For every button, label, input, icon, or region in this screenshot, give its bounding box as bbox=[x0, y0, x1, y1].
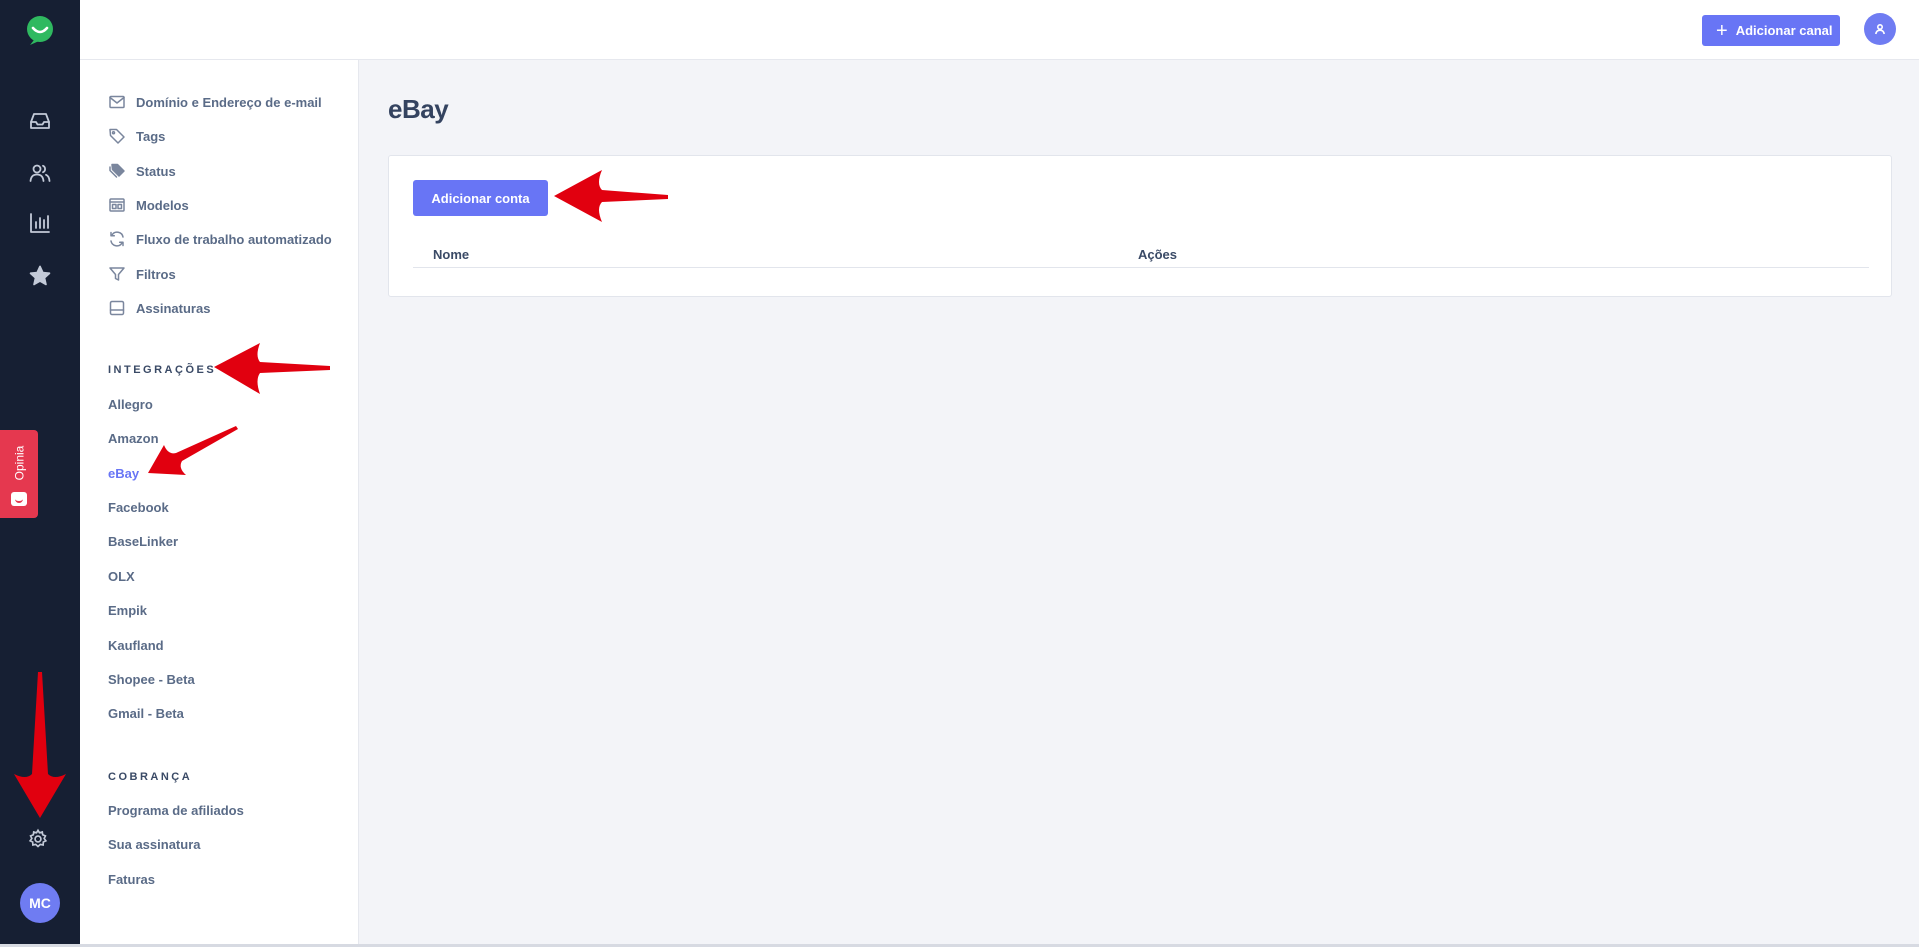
filter-icon bbox=[108, 265, 126, 283]
menu-item-label: Tags bbox=[136, 128, 166, 144]
settings-menu: Domínio e Endereço de e-mail Tags Status… bbox=[80, 60, 359, 947]
ebay-accounts-card: Adicionar conta Nome Ações bbox=[388, 155, 1892, 297]
feedback-label: Opinia bbox=[12, 445, 26, 481]
add-channel-label: Adicionar canal bbox=[1735, 23, 1833, 38]
integration-gmail[interactable]: Gmail - Beta bbox=[108, 701, 184, 725]
billing-section-title: COBRANÇA bbox=[108, 771, 193, 783]
integration-olx[interactable]: OLX bbox=[108, 564, 135, 588]
user-icon bbox=[1875, 23, 1885, 35]
billing-subscription[interactable]: Sua assinatura bbox=[108, 832, 201, 856]
billing-affiliate-program[interactable]: Programa de afiliados bbox=[108, 798, 244, 822]
integration-kaufland[interactable]: Kaufland bbox=[108, 633, 164, 657]
integration-baselinker[interactable]: BaseLinker bbox=[108, 529, 178, 553]
menu-item-tags[interactable]: Tags bbox=[108, 124, 165, 148]
billing-invoices[interactable]: Faturas bbox=[108, 867, 155, 891]
plus-icon: + bbox=[1716, 19, 1728, 42]
integration-amazon[interactable]: Amazon bbox=[108, 426, 159, 450]
favorites-icon[interactable] bbox=[25, 261, 55, 291]
menu-item-signatures[interactable]: Assinaturas bbox=[108, 296, 210, 320]
menu-item-label: Fluxo de trabalho automatizado bbox=[136, 231, 332, 247]
menu-item-label: Modelos bbox=[136, 197, 189, 213]
gear-icon[interactable] bbox=[27, 828, 53, 854]
page-title: eBay bbox=[388, 94, 449, 124]
inbox-icon[interactable] bbox=[25, 106, 55, 136]
menu-item-domain[interactable]: Domínio e Endereço de e-mail bbox=[108, 90, 322, 114]
integration-allegro[interactable]: Allegro bbox=[108, 392, 153, 416]
add-channel-button[interactable]: + Adicionar canal bbox=[1702, 15, 1840, 46]
menu-item-label: Assinaturas bbox=[136, 300, 211, 316]
mail-icon bbox=[108, 93, 126, 111]
menu-item-automated-workflow[interactable]: Fluxo de trabalho automatizado bbox=[108, 227, 332, 251]
reports-icon[interactable] bbox=[25, 208, 55, 238]
tag-icon bbox=[108, 127, 126, 145]
accounts-table-header: Nome Ações bbox=[413, 244, 1869, 268]
top-bar bbox=[80, 0, 1919, 60]
menu-item-filters[interactable]: Filtros bbox=[108, 262, 176, 286]
add-account-button[interactable]: Adicionar conta bbox=[413, 180, 548, 216]
status-tags-icon bbox=[108, 162, 126, 180]
integration-empik[interactable]: Empik bbox=[108, 598, 147, 622]
user-menu-button[interactable] bbox=[1864, 13, 1896, 45]
app-logo[interactable] bbox=[24, 14, 56, 46]
refresh-icon bbox=[108, 230, 126, 248]
contacts-icon[interactable] bbox=[25, 158, 55, 188]
integration-shopee[interactable]: Shopee - Beta bbox=[108, 667, 195, 691]
menu-item-label: Filtros bbox=[136, 266, 176, 282]
integration-ebay[interactable]: eBay bbox=[108, 461, 139, 485]
column-header-actions: Ações bbox=[1138, 247, 1178, 262]
menu-item-status[interactable]: Status bbox=[108, 159, 176, 183]
feedback-tab[interactable]: Opinia bbox=[0, 430, 38, 518]
menu-item-templates[interactable]: Modelos bbox=[108, 193, 189, 217]
integrations-section-title: INTEGRAÇÕES bbox=[108, 364, 217, 376]
templates-icon bbox=[108, 196, 126, 214]
signature-icon bbox=[108, 299, 126, 317]
chat-bot-icon bbox=[11, 492, 27, 506]
integration-facebook[interactable]: Facebook bbox=[108, 495, 169, 519]
column-header-name: Nome bbox=[433, 247, 470, 262]
menu-item-label: Domínio e Endereço de e-mail bbox=[136, 94, 322, 110]
user-avatar[interactable]: MC bbox=[20, 883, 60, 923]
menu-item-label: Status bbox=[136, 163, 176, 179]
